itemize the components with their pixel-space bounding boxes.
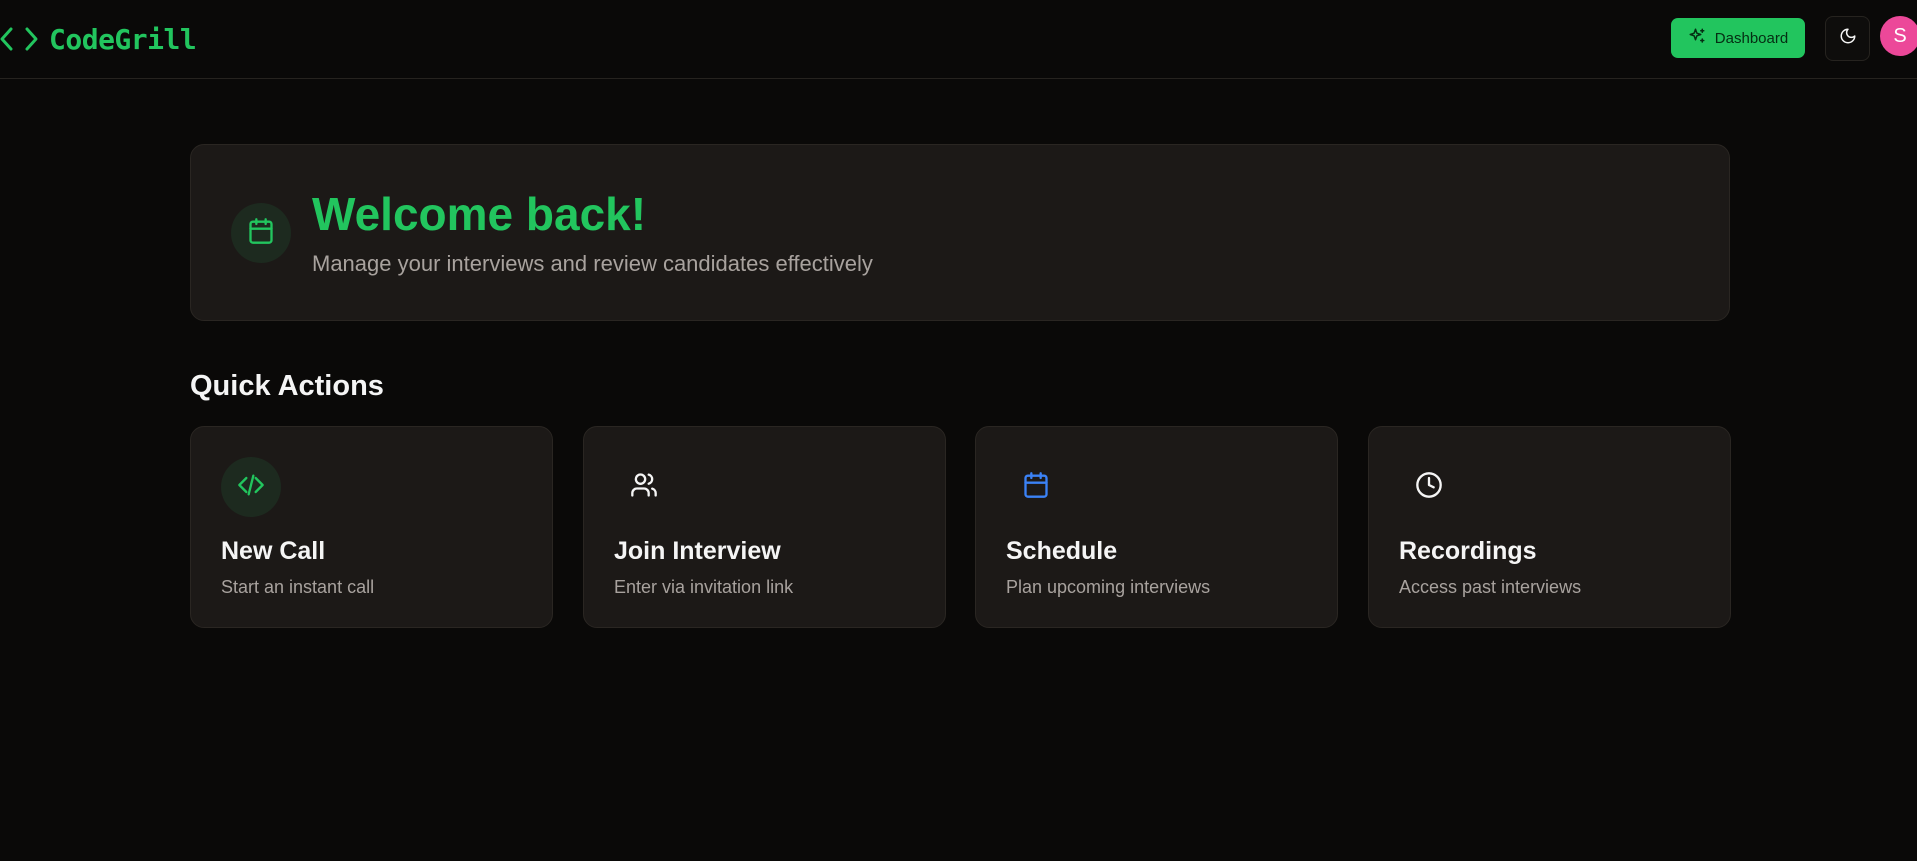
welcome-icon-badge	[231, 203, 291, 263]
schedule-card[interactable]: Schedule Plan upcoming interviews	[975, 426, 1338, 628]
card-icon-badge	[1399, 457, 1459, 517]
quick-actions-heading: Quick Actions	[190, 370, 384, 402]
card-description: Access past interviews	[1399, 577, 1582, 597]
dashboard-button-label: Dashboard	[1714, 29, 1789, 47]
logo-text: CodeGrill	[49, 22, 197, 56]
code-brackets-icon	[0, 25, 40, 53]
moon-icon	[1839, 27, 1857, 50]
calendar-icon	[247, 217, 275, 250]
card-icon-badge	[614, 457, 674, 517]
theme-toggle-button[interactable]	[1825, 16, 1870, 61]
welcome-title: Welcome back!	[312, 188, 647, 240]
card-title: Recordings	[1399, 537, 1537, 565]
calendar-icon	[1022, 471, 1050, 504]
logo[interactable]: CodeGrill	[0, 20, 197, 58]
card-title: New Call	[221, 537, 326, 565]
card-icon-badge	[1006, 457, 1066, 517]
card-title: Join Interview	[614, 537, 781, 565]
card-description: Plan upcoming interviews	[1006, 577, 1211, 597]
avatar[interactable]: S	[1880, 16, 1917, 56]
sparkles-icon	[1688, 27, 1706, 49]
clock-icon	[1415, 471, 1443, 504]
card-title: Schedule	[1006, 537, 1118, 565]
code-icon	[237, 471, 265, 504]
new-call-card[interactable]: New Call Start an instant call	[190, 426, 553, 628]
card-icon-badge	[221, 457, 281, 517]
card-description: Start an instant call	[221, 577, 375, 597]
dashboard-button[interactable]: Dashboard	[1671, 18, 1805, 58]
welcome-subtitle: Manage your interviews and review candid…	[312, 251, 873, 276]
join-interview-card[interactable]: Join Interview Enter via invitation link	[583, 426, 946, 628]
top-nav: CodeGrill Dashboard S	[0, 0, 1917, 79]
welcome-banner: Welcome back! Manage your interviews and…	[190, 144, 1730, 321]
recordings-card[interactable]: Recordings Access past interviews	[1368, 426, 1731, 628]
card-description: Enter via invitation link	[614, 577, 794, 597]
users-icon	[630, 471, 658, 504]
